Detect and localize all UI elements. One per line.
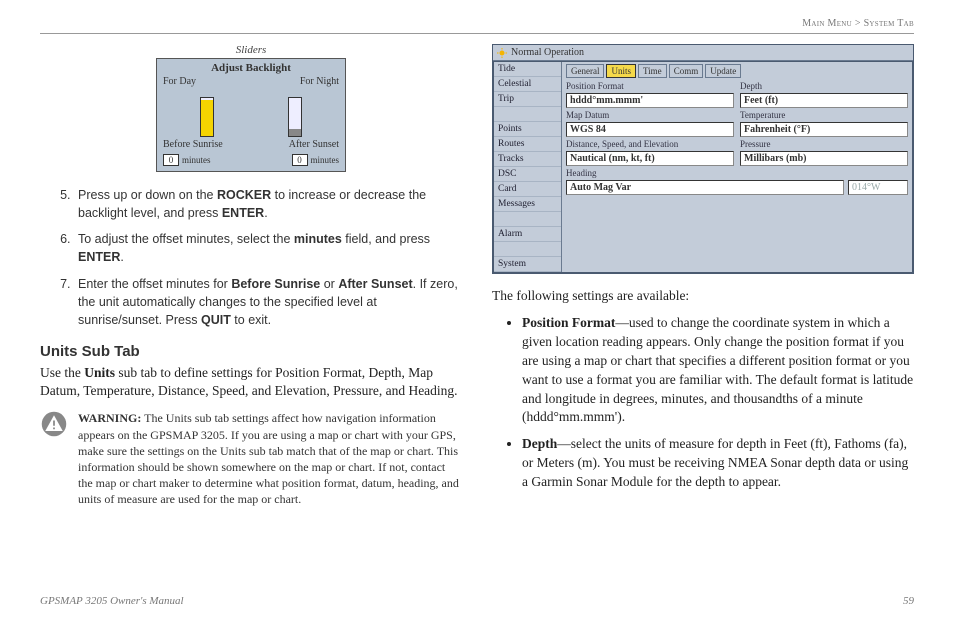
temp-field[interactable]: Fahrenheit (°F) [740,122,908,137]
tab-time[interactable]: Time [638,64,667,78]
breadcrumb: Main Menu > System Tab [40,18,914,29]
heading-value2: 014°W [848,180,908,195]
datum-field[interactable]: WGS 84 [566,122,734,137]
breadcrumb-right: System Tab [864,18,914,29]
tab-general[interactable]: General [566,64,604,78]
after-minutes-field[interactable]: 0 [292,154,308,166]
side-menu-item[interactable]: Points [494,122,561,137]
steps-list: Press up or down on the ROCKER to increa… [74,186,462,329]
datum-label: Map Datum [566,110,734,120]
side-menu-item[interactable]: Routes [494,137,561,152]
posfmt-field[interactable]: hddd°mm.mmm' [566,93,734,108]
left-column: Sliders Adjust Backlight For Day For Nig… [40,44,462,507]
units-window-title: Normal Operation [493,45,913,61]
side-menu-item[interactable]: Alarm [494,227,561,242]
adjust-backlight-panel: Adjust Backlight For Day For Night Befor… [156,58,346,172]
side-menu-item [494,107,561,122]
night-label: For Night [300,76,339,87]
slider-figure: Sliders Adjust Backlight For Day For Nig… [156,44,346,172]
night-slider[interactable] [288,97,302,137]
bullet-position-format: Position Format—used to change the coord… [522,314,914,427]
horizontal-rule [40,33,914,34]
settings-bullets: Position Format—used to change the coord… [522,314,914,492]
units-screenshot: Normal Operation TideCelestialTrip Point… [492,44,914,274]
side-menu-item [494,212,561,227]
heading-field[interactable]: Auto Mag Var [566,180,844,195]
warning-box: WARNING: The Units sub tab settings affe… [40,410,462,507]
temp-label: Temperature [740,110,908,120]
units-side-menu: TideCelestialTrip PointsRoutesTracksDSCC… [494,62,562,272]
units-subhead: Units Sub Tab [40,343,462,360]
tab-comm[interactable]: Comm [669,64,704,78]
dse-label: Distance, Speed, and Elevation [566,139,734,149]
breadcrumb-sep: > [852,18,864,29]
depth-field[interactable]: Feet (ft) [740,93,908,108]
side-menu-item [494,242,561,257]
warning-text: WARNING: The Units sub tab settings affe… [78,410,462,507]
press-label: Pressure [740,139,908,149]
side-menu-item[interactable]: Tracks [494,152,561,167]
page-footer: GPSMAP 3205 Owner's Manual 59 [40,595,914,607]
tab-units[interactable]: Units [606,64,636,78]
step-7: Enter the offset minutes for Before Sunr… [74,275,462,329]
after-sunset-label: After Sunset [289,139,339,150]
side-menu-item[interactable]: Celestial [494,77,561,92]
after-minutes-label: minutes [311,155,340,165]
bullet-depth: Depth—select the units of measure for de… [522,435,914,492]
heading-label: Heading [566,168,908,178]
side-menu-item[interactable]: Trip [494,92,561,107]
units-tabs: GeneralUnitsTimeCommUpdate [566,64,908,78]
sun-icon [497,48,507,58]
slider-caption: Sliders [156,44,346,56]
units-intro: Use the Units sub tab to define settings… [40,364,462,400]
breadcrumb-left: Main Menu [802,18,852,29]
depth-label: Depth [740,81,908,91]
warning-icon [40,410,68,438]
following-intro: The following settings are available: [492,288,914,304]
side-menu-item[interactable]: Card [494,182,561,197]
side-menu-item[interactable]: Tide [494,62,561,77]
right-column: Normal Operation TideCelestialTrip Point… [492,44,914,507]
side-menu-item[interactable]: System [494,257,561,272]
panel-title: Adjust Backlight [163,62,339,74]
press-field[interactable]: Millibars (mb) [740,151,908,166]
before-sunrise-label: Before Sunrise [163,139,223,150]
posfmt-label: Position Format [566,81,734,91]
tab-update[interactable]: Update [705,64,741,78]
step-5: Press up or down on the ROCKER to increa… [74,186,462,222]
before-minutes-field[interactable]: 0 [163,154,179,166]
day-label: For Day [163,76,196,87]
side-menu-item[interactable]: DSC [494,167,561,182]
before-minutes-label: minutes [182,155,211,165]
footer-right: 59 [903,595,914,607]
side-menu-item[interactable]: Messages [494,197,561,212]
day-slider[interactable] [200,97,214,137]
step-6: To adjust the offset minutes, select the… [74,230,462,266]
footer-left: GPSMAP 3205 Owner's Manual [40,595,184,607]
dse-field[interactable]: Nautical (nm, kt, ft) [566,151,734,166]
